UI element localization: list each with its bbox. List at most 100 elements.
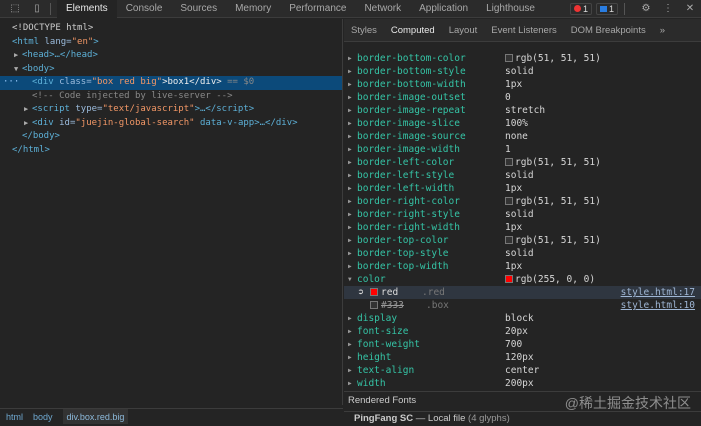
expand-triangle-icon[interactable]: ▶ (348, 260, 352, 273)
source-link[interactable]: style.html:17 (621, 286, 695, 299)
expand-triangle-icon[interactable]: ▶ (348, 338, 352, 351)
computed-property-row[interactable]: ▶ border-image-slice 100% (344, 117, 701, 130)
computed-property-row[interactable]: ▶ border-bottom-width 1px (344, 78, 701, 91)
expand-triangle-icon[interactable]: ▶ (348, 182, 352, 195)
expand-triangle-icon[interactable]: ▶ (348, 156, 352, 169)
tab-memory[interactable]: Memory (226, 0, 280, 18)
expand-triangle-icon[interactable]: ▶ (348, 195, 352, 208)
computed-property-row[interactable]: ▶ border-image-repeat stretch (344, 104, 701, 117)
inspect-element-icon[interactable]: ⬚ (8, 3, 22, 15)
computed-property-row[interactable]: ▶ border-right-style solid (344, 208, 701, 221)
expand-triangle-icon[interactable]: ▶ (348, 208, 352, 221)
computed-property-row[interactable]: ▶ text-align center (344, 364, 701, 377)
divider (50, 2, 51, 15)
expand-triangle-icon[interactable]: ▶ (14, 49, 22, 63)
computed-property-row[interactable]: ▶ width 200px (344, 377, 701, 390)
tab-event-listeners[interactable]: Event Listeners (484, 19, 563, 42)
breadcrumb-body[interactable]: body (33, 409, 53, 424)
tab-console[interactable]: Console (117, 0, 172, 18)
expand-triangle-icon[interactable]: ▶ (348, 169, 352, 182)
attr: lang= (39, 36, 72, 47)
expand-triangle-icon[interactable]: ▶ (348, 325, 352, 338)
computed-property-row[interactable]: ▶ border-left-color rgb(51, 51, 51) (344, 156, 701, 169)
expand-triangle-icon[interactable]: ▶ (24, 103, 32, 117)
expand-triangle-icon[interactable]: ▶ (348, 143, 352, 156)
dom-node-doctype[interactable]: <!DOCTYPE html> (0, 22, 342, 36)
more-tabs-button[interactable]: » (653, 19, 672, 42)
expand-triangle-icon[interactable]: ▶ (348, 117, 352, 130)
expand-triangle-icon[interactable]: ▶ (348, 78, 352, 91)
expand-triangle-icon[interactable]: ▶ (348, 351, 352, 364)
collapse-triangle-icon[interactable]: ▼ (14, 63, 22, 77)
dom-node-head[interactable]: ▶ <head>…</head> (0, 49, 342, 63)
message-badge[interactable]: 1 (595, 2, 618, 15)
expand-triangle-icon[interactable]: ▶ (348, 91, 352, 104)
tab-computed[interactable]: Computed (384, 19, 442, 42)
computed-property-row[interactable]: ▶ border-top-style solid (344, 247, 701, 260)
computed-property-row[interactable]: ▶ border-top-color rgb(51, 51, 51) (344, 234, 701, 247)
property-value-text: 1px (505, 183, 523, 194)
dom-node-html[interactable]: <html lang="en"> (0, 36, 342, 50)
expand-triangle-icon[interactable]: ▶ (348, 65, 352, 78)
breadcrumb-html[interactable]: html (6, 409, 23, 424)
computed-property-row[interactable]: ▶ border-image-source none (344, 130, 701, 143)
color-trace-row[interactable]: #333 .box style.html:10 (344, 299, 701, 312)
expand-triangle-icon[interactable]: ▶ (348, 312, 352, 325)
dom-node-comment[interactable]: <!-- Code injected by live-server --> (0, 90, 342, 104)
computed-property-row[interactable]: ▶ border-bottom-color rgb(51, 51, 51) (344, 52, 701, 65)
computed-property-row[interactable]: ▶ border-bottom-style solid (344, 65, 701, 78)
computed-property-row[interactable]: ▶ border-image-width 1 (344, 143, 701, 156)
computed-property-row[interactable]: ▶ border-left-style solid (344, 169, 701, 182)
expand-triangle-icon[interactable]: ▶ (348, 377, 352, 390)
expand-triangle-icon[interactable]: ▶ (348, 130, 352, 143)
dom-node-body[interactable]: ▼ <body> (0, 63, 342, 77)
go-to-source-icon[interactable]: ➲ (358, 286, 364, 299)
tab-styles[interactable]: Styles (344, 19, 384, 42)
color-trace-row[interactable]: ➲ red .red style.html:17 (344, 286, 701, 299)
tab-layout[interactable]: Layout (442, 19, 485, 42)
source-link[interactable]: style.html:10 (621, 299, 695, 312)
property-name: font-size (357, 326, 409, 337)
tab-lighthouse[interactable]: Lighthouse (477, 0, 544, 18)
sidebar-tabs: Styles Computed Layout Event Listeners D… (344, 19, 701, 42)
gear-icon[interactable]: ⚙ (639, 3, 653, 15)
computed-property-row[interactable]: ▶ border-image-outset 0 (344, 91, 701, 104)
error-badge[interactable]: 1 (569, 2, 592, 15)
computed-property-row[interactable]: ▶ height 120px (344, 351, 701, 364)
tab-sources[interactable]: Sources (171, 0, 226, 18)
computed-property-row[interactable]: ▶ border-right-width 1px (344, 221, 701, 234)
computed-property-row[interactable]: ▶ border-top-width 1px (344, 260, 701, 273)
computed-property-row[interactable]: ▼ color rgb(255, 0, 0) (344, 273, 701, 286)
computed-property-row[interactable]: ▶ border-left-width 1px (344, 182, 701, 195)
dom-node-body-close[interactable]: </body> (0, 130, 342, 144)
more-icon[interactable]: ··· (3, 76, 19, 90)
property-value: 700 (505, 338, 522, 351)
expand-triangle-icon[interactable]: ▶ (348, 247, 352, 260)
computed-property-row[interactable]: ▶ display block (344, 312, 701, 325)
device-toggle-icon[interactable]: ▯ (30, 3, 44, 15)
expand-triangle-icon[interactable]: ▶ (348, 364, 352, 377)
dom-node-script[interactable]: ▶ <script type="text/javascript">…</scrip… (0, 103, 342, 117)
dom-node-html-close[interactable]: </html> (0, 144, 342, 158)
tab-application[interactable]: Application (410, 0, 477, 18)
more-menu-icon[interactable]: ⋮ (661, 3, 675, 15)
close-icon[interactable]: ✕ (683, 3, 697, 15)
computed-property-row[interactable]: ▶ font-size 20px (344, 325, 701, 338)
tab-performance[interactable]: Performance (280, 0, 355, 18)
tab-network[interactable]: Network (355, 0, 410, 18)
expand-triangle-icon[interactable]: ▶ (348, 234, 352, 247)
dom-node-div-selected[interactable]: ··· <div class="box red big">box1</div> =… (0, 76, 342, 90)
computed-property-row[interactable]: ▶ border-right-color rgb(51, 51, 51) (344, 195, 701, 208)
computed-property-row[interactable]: ▶ font-weight 700 (344, 338, 701, 351)
tab-elements[interactable]: Elements (57, 0, 117, 18)
expand-triangle-icon[interactable]: ▶ (24, 117, 32, 131)
expand-triangle-icon[interactable]: ▶ (348, 52, 352, 65)
expand-triangle-icon[interactable]: ▶ (348, 104, 352, 117)
dom-node-div-search[interactable]: ▶ <div id="juejin-global-search" data-v-a… (0, 117, 342, 131)
tab-dom-breakpoints[interactable]: DOM Breakpoints (564, 19, 653, 42)
collapse-triangle-icon[interactable]: ▼ (348, 273, 352, 286)
breadcrumb-div[interactable]: div.box.red.big (62, 409, 129, 424)
property-name: border-top-color (357, 235, 449, 246)
property-name: border-image-repeat (357, 105, 466, 116)
expand-triangle-icon[interactable]: ▶ (348, 221, 352, 234)
